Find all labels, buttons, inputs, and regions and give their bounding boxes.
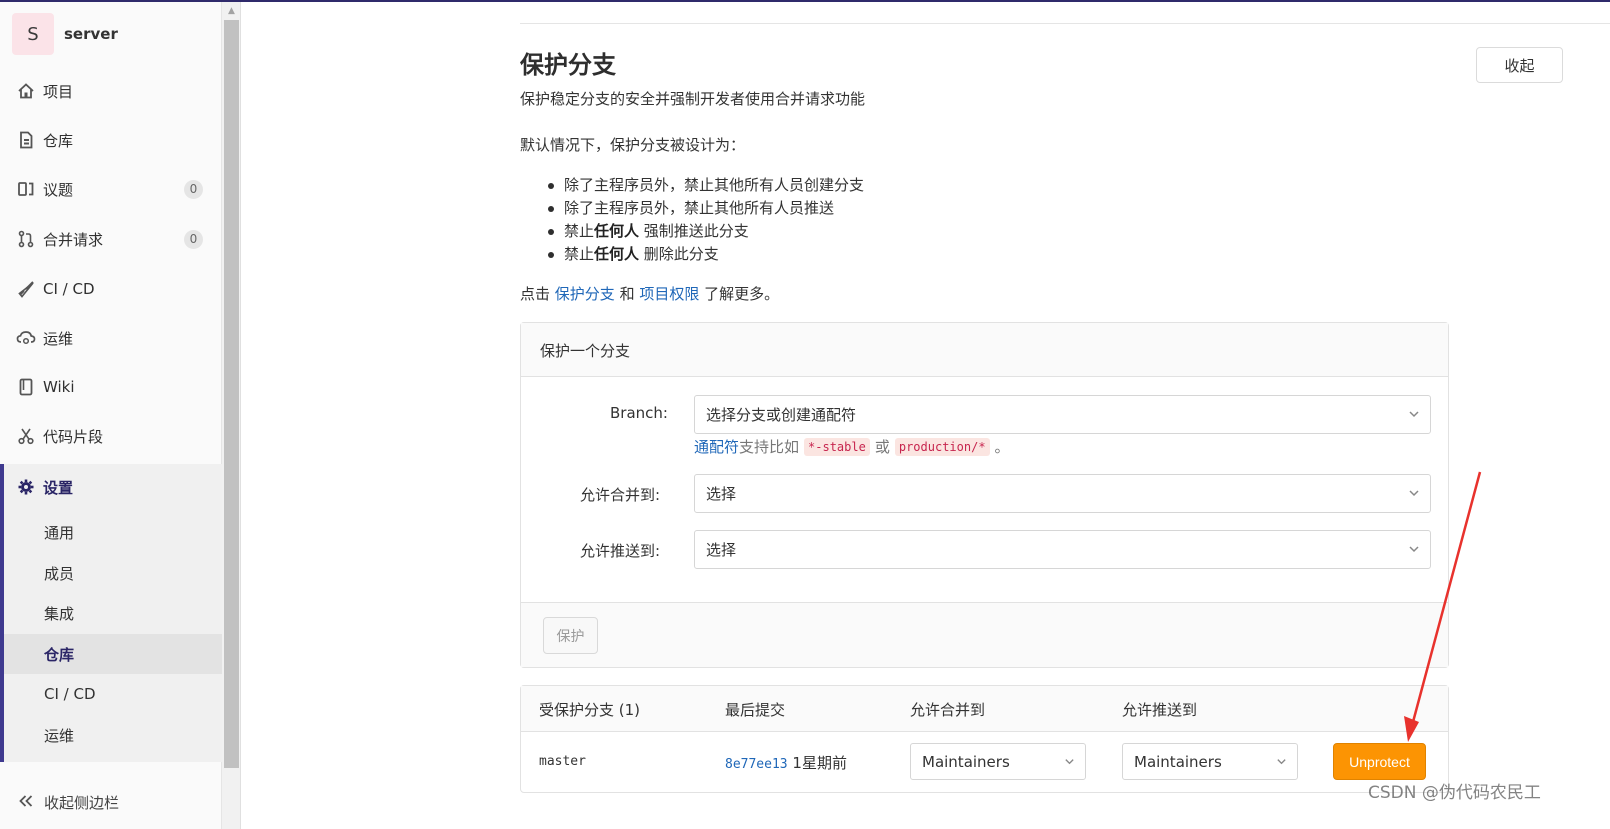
allowed-push-dropdown-value: Maintainers [1134, 752, 1222, 771]
allowed-push-dropdown[interactable]: Maintainers [1122, 743, 1298, 780]
chevron-down-icon [1409, 411, 1419, 418]
sidebar-scrollbar[interactable]: ▲ [222, 2, 241, 829]
default-behavior-text: 默认情况下，保护分支被设计为： [520, 136, 746, 154]
sidebar-item-project[interactable]: 项目 [0, 68, 222, 114]
project-name: server [64, 25, 118, 43]
list-item: 除了主程序员外，禁止其他所有人员推送 [546, 197, 864, 220]
scissors-icon [16, 426, 36, 446]
protected-branches-table: 受保护分支 (1) 最后提交 允许合并到 允许推送到 master 8e77ee… [520, 685, 1449, 793]
list-item: 禁止任何人 强制推送此分支 [546, 220, 864, 243]
top-border [0, 0, 1610, 2]
sidebar-item-label: 运维 [43, 329, 74, 348]
active-subitem-highlight [4, 634, 222, 674]
sidebar-item-repository[interactable]: 仓库 [0, 117, 222, 163]
list-item: 禁止任何人 删除此分支 [546, 243, 864, 266]
column-header: 受保护分支 (1) [539, 701, 641, 719]
chevron-down-icon [1065, 759, 1074, 765]
sidebar-subitem-repository[interactable]: 仓库 [44, 644, 74, 665]
sidebar-item-merge-requests[interactable]: 合并请求 0 [0, 216, 222, 262]
collapse-section-button[interactable]: 收起 [1476, 47, 1563, 83]
branch-select[interactable]: 选择分支或创建通配符 [694, 395, 1431, 434]
sidebar-subitem-general[interactable]: 通用 [44, 522, 74, 543]
gear-icon [16, 477, 36, 497]
unprotect-button[interactable]: Unprotect [1333, 743, 1426, 780]
sidebar: S server 项目 仓库 议题 0 合并请求 0 CI / CD 运维 Wi… [0, 2, 222, 829]
sidebar-item-ci-cd[interactable]: CI / CD [0, 266, 222, 312]
branch-label: Branch: [610, 404, 668, 422]
column-header: 允许推送到 [1122, 701, 1198, 719]
allowed-push-select[interactable]: 选择 [694, 530, 1431, 569]
code-sample: production/* [894, 437, 990, 456]
watermark: CSDN @伪代码农民工 [1368, 783, 1541, 803]
table-header: 受保护分支 (1) 最后提交 允许合并到 允许推送到 [521, 686, 1448, 732]
allowed-merge-label: 允许合并到: [580, 486, 661, 504]
rocket-icon [16, 279, 36, 299]
chevron-down-icon [1409, 490, 1419, 497]
allowed-merge-dropdown[interactable]: Maintainers [910, 743, 1086, 780]
issues-count-badge: 0 [184, 179, 203, 199]
home-icon [16, 81, 36, 101]
last-commit: 8e77ee13 1星期前 [725, 752, 847, 773]
sidebar-item-issues[interactable]: 议题 0 [0, 166, 222, 212]
chevron-down-icon [1409, 546, 1419, 553]
branch-name: master [539, 754, 586, 769]
protected-branches-link[interactable]: 保护分支 [555, 285, 615, 303]
cloud-gear-icon [16, 328, 36, 348]
project-context[interactable]: S server [12, 13, 118, 55]
project-permissions-link[interactable]: 项目权限 [639, 285, 699, 303]
branch-select-placeholder: 选择分支或创建通配符 [706, 406, 857, 424]
sidebar-item-label: 项目 [43, 82, 74, 101]
double-chevron-left-icon [18, 794, 34, 812]
allowed-merge-select[interactable]: 选择 [694, 474, 1431, 513]
sidebar-item-label: 代码片段 [43, 427, 104, 446]
sidebar-subitem-integrations[interactable]: 集成 [44, 603, 74, 624]
wildcard-hint: 通配符 支持比如 *-stable 或 production/* 。 [694, 436, 1010, 457]
sidebar-subitem-operations[interactable]: 运维 [44, 725, 74, 746]
commit-sha-link[interactable]: 8e77ee13 [725, 757, 788, 772]
sidebar-item-label: CI / CD [43, 280, 95, 298]
collapse-sidebar-button[interactable]: 收起侧边栏 [18, 792, 119, 813]
sidebar-item-settings[interactable]: 设置 [0, 464, 222, 510]
collapse-sidebar-label: 收起侧边栏 [44, 794, 120, 812]
sidebar-item-operations[interactable]: 运维 [0, 315, 222, 361]
book-icon [16, 377, 36, 397]
default-behavior-list: 除了主程序员外，禁止其他所有人员创建分支 除了主程序员外，禁止其他所有人员推送 … [546, 174, 864, 266]
sidebar-item-label: 设置 [43, 478, 74, 497]
chevron-down-icon [1277, 759, 1286, 765]
column-header: 允许合并到 [910, 701, 986, 719]
sidebar-item-label: Wiki [43, 378, 75, 396]
sidebar-item-label: 合并请求 [43, 230, 104, 249]
allowed-merge-dropdown-value: Maintainers [922, 752, 1010, 771]
doc-icon [16, 130, 36, 150]
wildcards-link[interactable]: 通配符 [694, 436, 739, 457]
merge-requests-count-badge: 0 [184, 229, 203, 249]
learn-more-text: 点击 保护分支 和 项目权限 了解更多。 [520, 285, 780, 303]
scroll-up-arrow-icon[interactable]: ▲ [222, 2, 241, 20]
merge-request-icon [16, 229, 36, 249]
section-description: 保护稳定分支的安全并强制开发者使用合并请求功能 [520, 90, 866, 108]
code-sample: *-stable [804, 437, 870, 456]
allowed-push-value: 选择 [706, 541, 737, 559]
list-item: 除了主程序员外，禁止其他所有人员创建分支 [546, 174, 864, 197]
sidebar-item-label: 议题 [43, 180, 74, 199]
issues-icon [16, 179, 36, 199]
allowed-merge-value: 选择 [706, 485, 737, 503]
protect-branch-card: 保护一个分支 Branch: 选择分支或创建通配符 通配符 支持比如 *-sta… [520, 322, 1449, 668]
section-divider [520, 23, 1610, 24]
card-header-title: 保护一个分支 [540, 342, 631, 360]
sidebar-item-snippets[interactable]: 代码片段 [0, 413, 222, 459]
sidebar-subitem-ci-cd[interactable]: CI / CD [44, 685, 96, 703]
allowed-push-label: 允许推送到: [580, 542, 661, 560]
project-avatar: S [12, 13, 54, 55]
card-footer: 保护 [521, 602, 1448, 667]
sidebar-item-wiki[interactable]: Wiki [0, 364, 222, 410]
column-header: 最后提交 [725, 701, 786, 719]
card-header: 保护一个分支 [521, 323, 1448, 377]
scrollbar-thumb[interactable] [224, 20, 239, 768]
section-title: 保护分支 [520, 51, 616, 79]
sidebar-subitem-members[interactable]: 成员 [44, 563, 74, 584]
protect-button[interactable]: 保护 [543, 617, 598, 654]
sidebar-item-label: 仓库 [43, 131, 74, 150]
commit-time: 1星期前 [792, 754, 847, 772]
